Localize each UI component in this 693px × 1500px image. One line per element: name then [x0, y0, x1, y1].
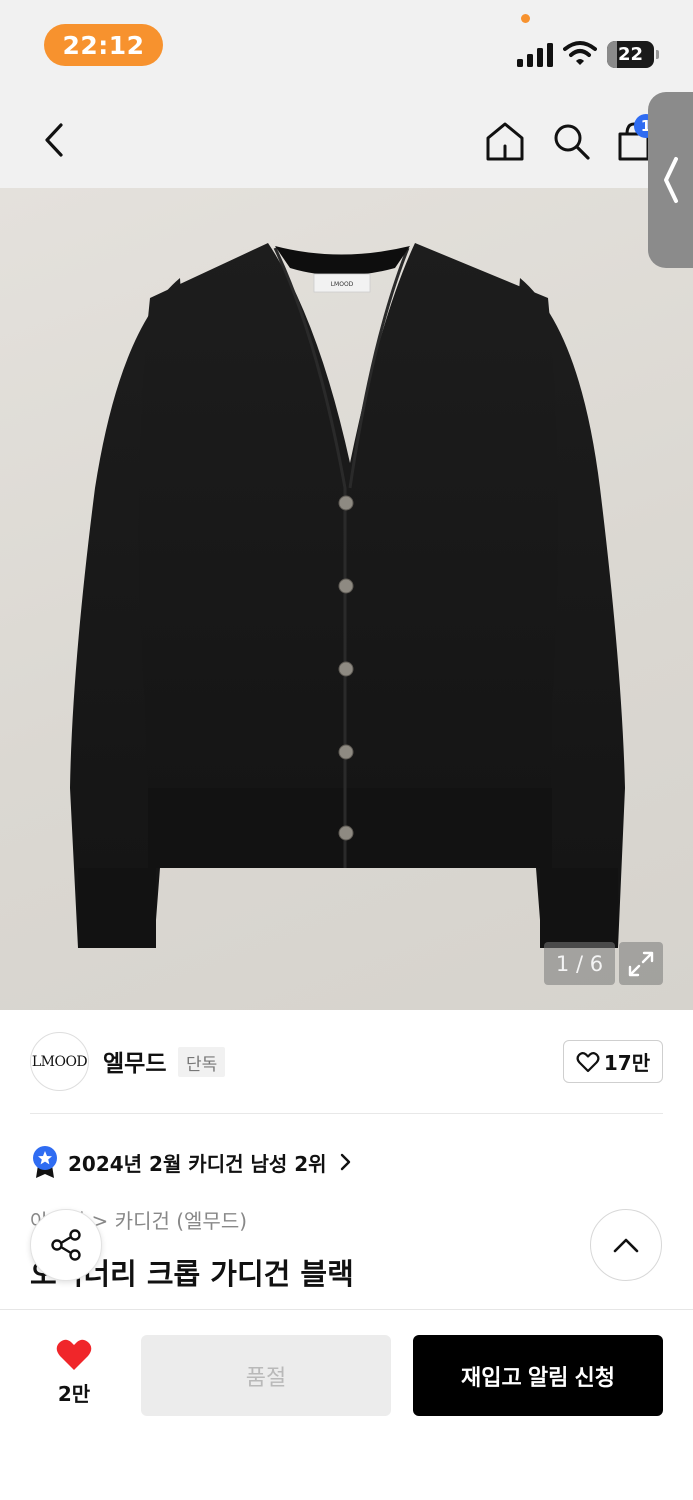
recording-indicator	[521, 14, 530, 23]
wish-button[interactable]: 2만	[38, 1338, 110, 1410]
wish-count: 2만	[57, 1382, 91, 1406]
brand-logo[interactable]: LMOOD	[30, 1032, 89, 1091]
share-button[interactable]	[30, 1209, 102, 1281]
bottom-action-bar: 2만 품절 재입고 알림 신청	[0, 1309, 693, 1500]
status-bar: 22:12 22	[0, 0, 693, 88]
back-icon[interactable]	[34, 118, 74, 162]
home-icon[interactable]	[482, 118, 528, 164]
chevron-up-icon	[613, 1238, 639, 1253]
battery-icon: 22	[607, 41, 659, 68]
rank-badge-icon	[30, 1145, 60, 1179]
expand-icon	[628, 951, 654, 976]
restock-alert-button[interactable]: 재입고 알림 신청	[413, 1335, 663, 1416]
scroll-to-top-button[interactable]	[590, 1209, 662, 1281]
ranking-link[interactable]: 2024년 2월 카디건 남성 2위	[30, 1142, 355, 1182]
soldout-button[interactable]: 품절	[141, 1335, 391, 1416]
expand-image-button[interactable]	[619, 942, 663, 985]
heart-filled-icon	[56, 1339, 92, 1370]
product-image-gallery[interactable]: LMOOD	[0, 188, 693, 1010]
status-time: 22:12	[44, 24, 163, 66]
brand-like-count: 17만	[603, 1051, 651, 1075]
top-nav-bar	[0, 88, 693, 188]
chevron-right-icon	[335, 1152, 355, 1172]
ranking-text: 2024년 2월 카디건 남성 2위	[68, 1151, 327, 1176]
signal-icon	[517, 43, 553, 67]
battery-level: 22	[617, 44, 644, 65]
image-counter: 1 / 6	[544, 942, 615, 985]
exclusive-tag: 단독	[178, 1047, 226, 1077]
side-panel-handle[interactable]	[648, 92, 693, 268]
search-icon[interactable]	[548, 118, 594, 164]
heart-outline-icon	[576, 1051, 600, 1072]
cardigan-image: LMOOD	[70, 243, 625, 948]
divider	[30, 1113, 663, 1114]
share-icon	[51, 1229, 81, 1261]
brand-row: LMOOD 엘무드 단독 17만	[0, 1010, 693, 1114]
brand-name[interactable]: 엘무드	[103, 1044, 166, 1078]
garment-label-text: LMOOD	[331, 281, 354, 288]
brand-like-button[interactable]: 17만	[563, 1040, 663, 1083]
wifi-icon	[563, 41, 597, 65]
